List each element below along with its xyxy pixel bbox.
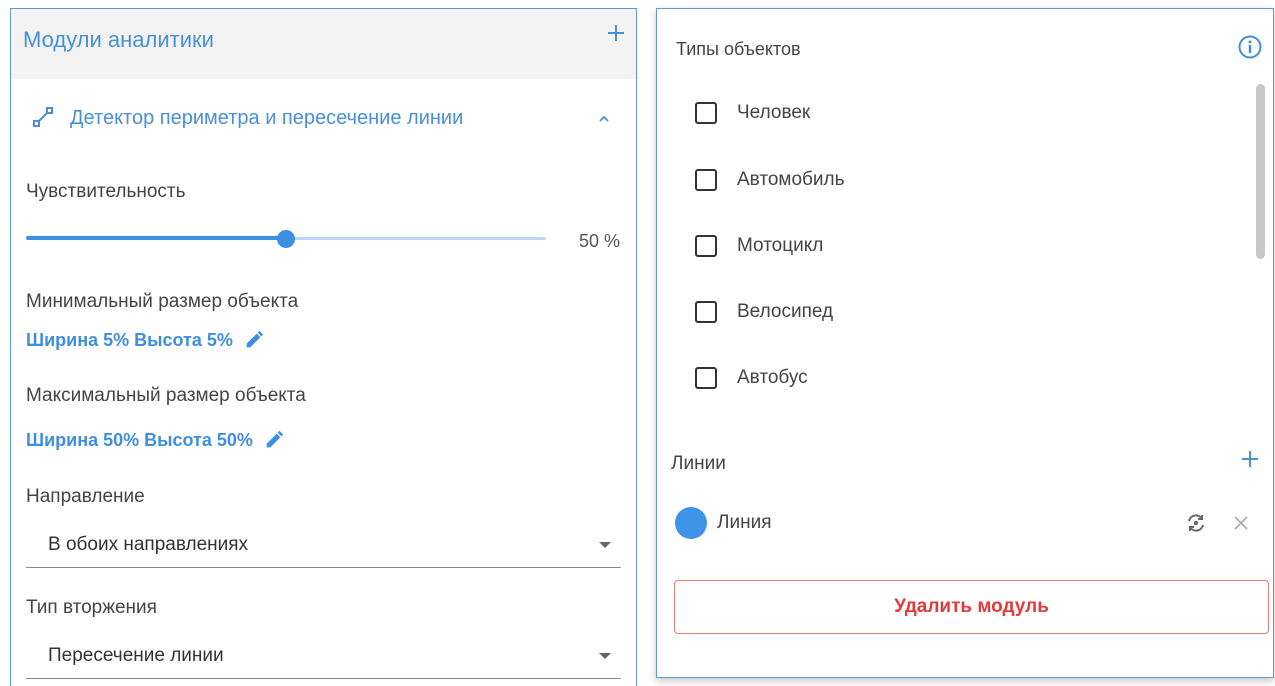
intrusion-type-label: Тип вторжения: [26, 597, 157, 618]
checkbox[interactable]: [695, 367, 717, 389]
module-title: Детектор периметра и пересечение линии: [70, 107, 464, 129]
swap-direction-icon[interactable]: [1184, 511, 1208, 535]
checkbox[interactable]: [695, 235, 717, 257]
delete-module-button[interactable]: Удалить модуль: [674, 580, 1269, 634]
direction-value: В обоих направлениях: [48, 534, 249, 555]
line-item[interactable]: Линия: [675, 507, 771, 539]
panel-title: Модули аналитики: [23, 27, 214, 52]
intrusion-type-value: Пересечение линии: [48, 645, 224, 666]
info-icon[interactable]: [1237, 34, 1263, 60]
add-icon: [1242, 451, 1258, 467]
checkbox-label: Человек: [737, 102, 811, 123]
dropdown-arrow-icon: [599, 542, 611, 548]
line-tool-icon: [33, 107, 53, 127]
object-type-checkbox[interactable]: Мотоцикл: [695, 235, 823, 257]
object-type-checkbox[interactable]: Автобус: [695, 367, 808, 389]
min-size-value: Ширина 5% Высота 5%: [26, 329, 233, 350]
edit-icon: [246, 330, 264, 348]
dropdown-arrow-icon: [599, 653, 611, 659]
slider-fill: [26, 236, 286, 240]
max-size-value: Ширина 50% Высота 50%: [26, 429, 253, 450]
max-size-link[interactable]: Ширина 50% Высота 50%: [26, 429, 285, 451]
line-label: Линия: [717, 512, 772, 533]
slider-thumb[interactable]: [277, 230, 295, 248]
checkbox-label: Велосипед: [737, 301, 834, 322]
chevron-up-icon[interactable]: [596, 111, 612, 127]
intrusion-type-select[interactable]: Пересечение линии: [26, 635, 621, 679]
direction-select[interactable]: В обоих направлениях: [26, 524, 621, 568]
direction-label: Направление: [26, 486, 145, 507]
min-size-label: Минимальный размер объекта: [26, 291, 299, 312]
checkbox[interactable]: [695, 301, 717, 323]
checkbox-label: Автобус: [737, 367, 808, 388]
object-types-title: Типы объектов: [676, 39, 801, 59]
object-type-checkbox[interactable]: Автомобиль: [695, 169, 845, 191]
edit-icon: [266, 430, 284, 448]
sensitivity-value: 50 %: [578, 231, 620, 251]
sensitivity-label: Чувствительность: [26, 181, 186, 202]
line-color-dot[interactable]: [675, 507, 707, 539]
object-type-checkbox[interactable]: Велосипед: [695, 301, 833, 323]
add-line-button[interactable]: [1237, 447, 1263, 473]
object-type-checkbox[interactable]: Человек: [695, 102, 810, 124]
close-icon[interactable]: [1231, 513, 1251, 533]
scrollbar[interactable]: [1256, 84, 1265, 259]
checkbox[interactable]: [695, 102, 717, 124]
module-settings-panel: Типы объектов Человек Автомобиль Мотоцикл В…: [656, 8, 1274, 678]
checkbox-label: Мотоцикл: [737, 235, 824, 256]
module-header[interactable]: Детектор периметра и пересечение линии: [11, 99, 636, 139]
add-icon: [608, 25, 624, 41]
min-size-link[interactable]: Ширина 5% Высота 5%: [26, 329, 265, 351]
max-size-label: Максимальный размер объекта: [26, 385, 306, 406]
panel-header: Модули аналитики: [11, 9, 636, 79]
checkbox-label: Автомобиль: [737, 169, 845, 190]
checkbox[interactable]: [695, 169, 717, 191]
add-module-button[interactable]: [604, 21, 628, 45]
sensitivity-slider[interactable]: [26, 230, 546, 248]
lines-title: Линии: [671, 453, 726, 474]
analytics-modules-panel: Модули аналитики Детектор периметра и пе…: [10, 8, 637, 686]
